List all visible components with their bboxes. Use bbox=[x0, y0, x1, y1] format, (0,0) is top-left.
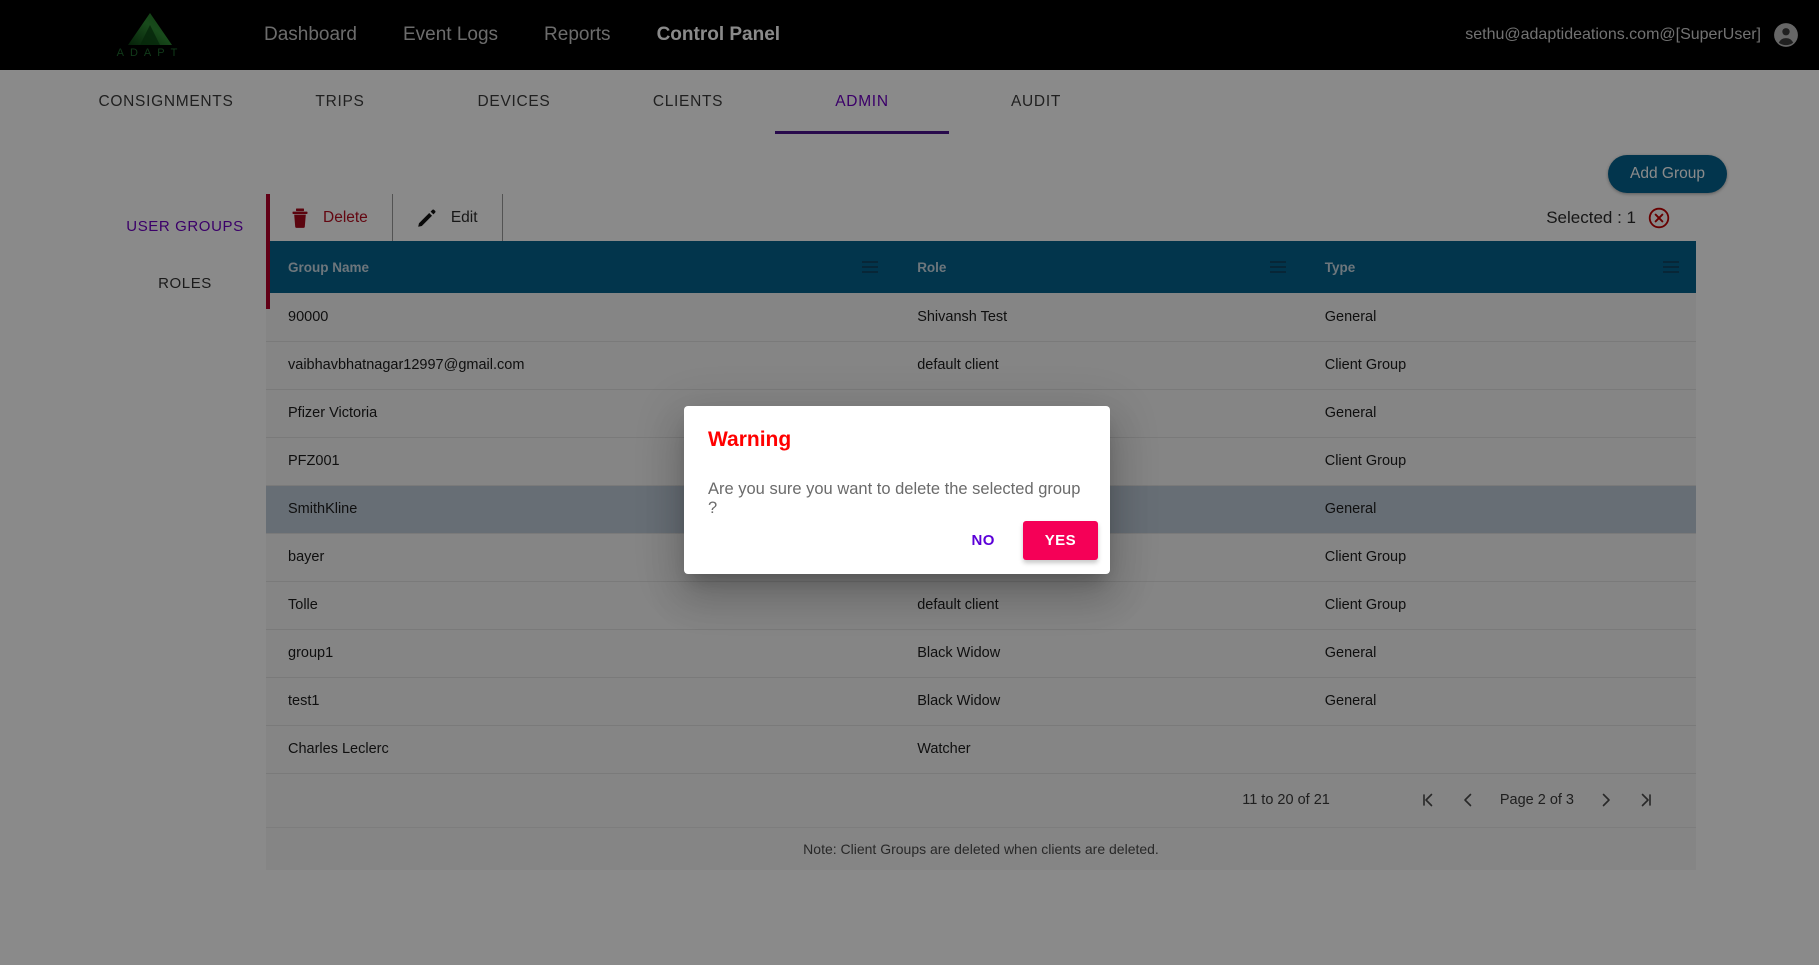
app-root: ADAPT Dashboard Event Logs Reports Contr… bbox=[0, 0, 1819, 965]
dialog-yes-button[interactable]: YES bbox=[1022, 521, 1098, 560]
dialog-message: Are you sure you want to delete the sele… bbox=[708, 480, 1081, 517]
dialog-no-button[interactable]: NO bbox=[953, 522, 1012, 559]
dialog-title: Warning bbox=[708, 428, 792, 451]
delete-confirmation-dialog: Warning Are you sure you want to delete … bbox=[684, 406, 1110, 574]
dialog-action-row: NO YES bbox=[953, 521, 1098, 560]
